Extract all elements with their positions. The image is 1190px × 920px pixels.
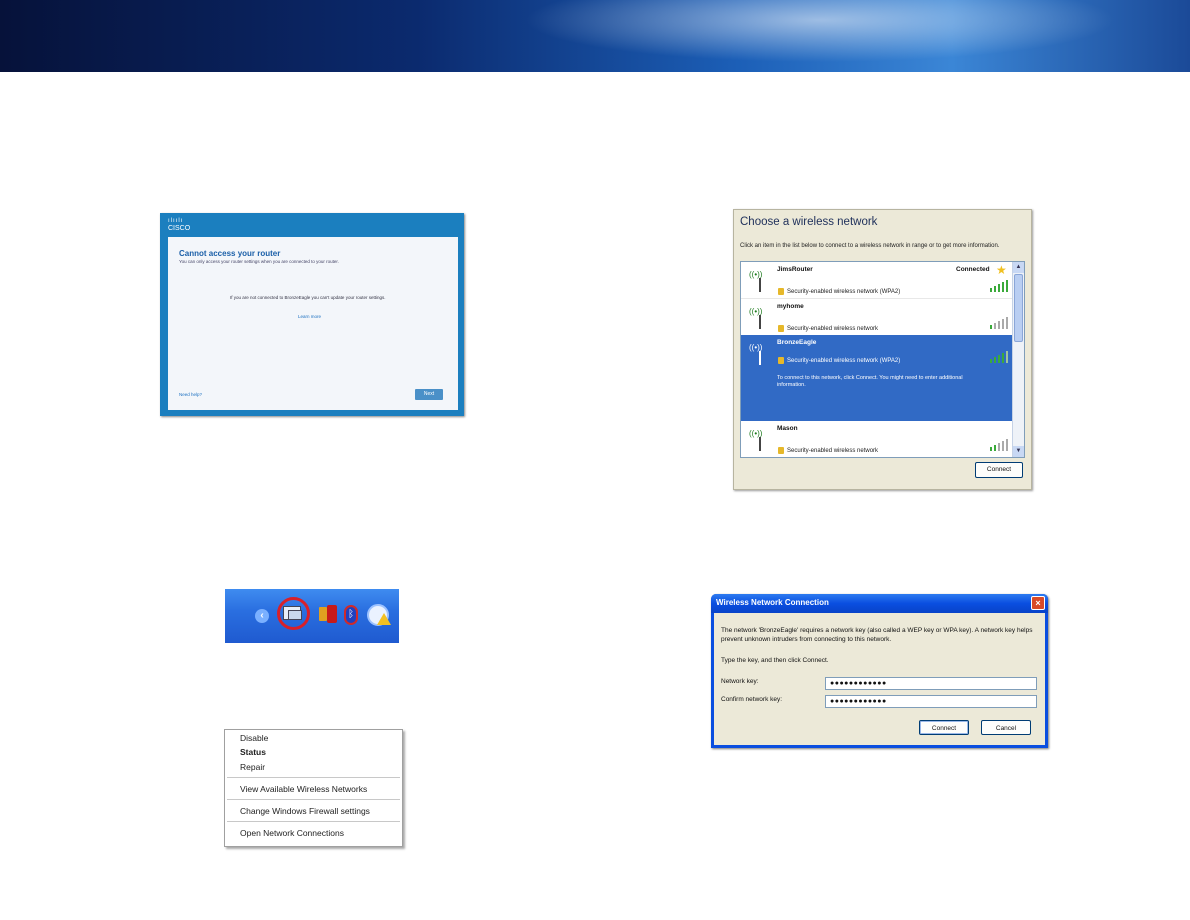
- menu-separator: [227, 799, 400, 800]
- network-key-dialog: Wireless Network Connection × The networ…: [711, 594, 1048, 748]
- dialog-titlebar: Wireless Network Connection ×: [711, 594, 1048, 613]
- lock-icon: [778, 288, 784, 295]
- menu-item-status[interactable]: Status: [240, 747, 266, 757]
- dialog-title: Wireless Network Connection: [716, 598, 829, 607]
- connect-button[interactable]: Connect: [919, 720, 969, 735]
- network-info: To connect to this network, click Connec…: [777, 375, 963, 388]
- network-name: Mason: [777, 425, 798, 432]
- signal-strength-icon: [990, 317, 1009, 329]
- network-key-label: Network key:: [721, 678, 759, 685]
- network-list-scrollbar[interactable]: ▲ ▼: [1012, 262, 1024, 457]
- next-button[interactable]: Next: [415, 389, 443, 400]
- scroll-up-icon[interactable]: ▲: [1013, 262, 1024, 273]
- menu-item-repair[interactable]: Repair: [240, 762, 265, 772]
- menu-item-change-firewall[interactable]: Change Windows Firewall settings: [240, 806, 370, 816]
- close-icon[interactable]: ×: [1031, 596, 1045, 610]
- wireless-antenna-icon: ((•)): [749, 307, 773, 331]
- wireless-list-description: Click an item in the list below to conne…: [740, 243, 1000, 249]
- speaker-cone-icon: [327, 605, 337, 623]
- network-security: Security-enabled wireless network (WPA2): [787, 358, 901, 364]
- network-item[interactable]: ((•)) JimsRouter Connected ★ Security-en…: [741, 262, 1012, 298]
- dialog-instruction: Type the key, and then click Connect.: [721, 657, 829, 664]
- header-banner: [0, 0, 1190, 72]
- wireless-list-title: Choose a wireless network: [740, 216, 878, 228]
- highlight-circle: [277, 597, 310, 630]
- star-icon: ★: [996, 263, 1007, 277]
- network-key-field[interactable]: ●●●●●●●●●●●●: [825, 677, 1037, 690]
- network-security: Security-enabled wireless network: [787, 326, 879, 332]
- confirm-key-field[interactable]: ●●●●●●●●●●●●: [825, 695, 1037, 708]
- network-item-selected[interactable]: ((•)) BronzeEagle Security-enabled wirel…: [741, 335, 1012, 421]
- system-tray: ‹ ᛒ: [225, 589, 399, 643]
- chevron-left-icon[interactable]: ‹: [255, 609, 269, 623]
- lock-icon: [778, 447, 784, 454]
- menu-item-view-wireless-networks[interactable]: View Available Wireless Networks: [240, 784, 367, 794]
- wireless-antenna-icon: ((•)): [749, 429, 773, 453]
- network-item[interactable]: ((•)) Mason Security-enabled wireless ne…: [741, 421, 1012, 457]
- menu-separator: [227, 821, 400, 822]
- cisco-logo: ılıılı CISCO: [168, 217, 190, 233]
- signal-strength-icon: [990, 351, 1009, 363]
- lock-icon: [778, 357, 784, 364]
- network-name: JimsRouter: [777, 266, 813, 273]
- cancel-button[interactable]: Cancel: [981, 720, 1031, 735]
- router-message: If you are not connected to BronzeEagle …: [230, 295, 386, 300]
- network-name: myhome: [777, 303, 804, 310]
- network-context-menu: Disable Status Repair View Available Wir…: [224, 729, 403, 847]
- signal-strength-icon: [990, 280, 1009, 292]
- scroll-down-icon[interactable]: ▼: [1013, 446, 1024, 457]
- network-security: Security-enabled wireless network (WPA2): [787, 289, 901, 295]
- dialog-body: The network 'BronzeEagle' requires a net…: [714, 613, 1045, 745]
- choose-wireless-network-panel: Choose a wireless network Click an item …: [733, 209, 1032, 490]
- confirm-key-label: Confirm network key:: [721, 696, 783, 703]
- cisco-logo-bars: ılıılı: [168, 218, 184, 224]
- speaker-icon[interactable]: [319, 607, 327, 621]
- cisco-logo-text: CISCO: [168, 225, 191, 232]
- router-access-screen: ılıılı CISCO Cannot access your router Y…: [160, 213, 464, 416]
- router-panel: Cannot access your router You can only a…: [168, 237, 458, 410]
- warning-triangle-icon: [377, 613, 391, 625]
- dialog-message: The network 'BronzeEagle' requires a net…: [721, 627, 1033, 643]
- router-subtitle: You can only access your router settings…: [179, 259, 339, 264]
- bluetooth-icon[interactable]: ᛒ: [344, 605, 358, 625]
- wireless-antenna-icon: ((•)): [749, 343, 773, 367]
- menu-separator: [227, 777, 400, 778]
- network-status: Connected: [956, 266, 990, 273]
- scroll-thumb[interactable]: [1014, 274, 1023, 342]
- menu-item-open-network-connections[interactable]: Open Network Connections: [240, 828, 344, 838]
- network-name: BronzeEagle: [777, 339, 817, 346]
- need-help-link[interactable]: Need help?: [179, 392, 202, 397]
- wireless-antenna-icon: ((•)): [749, 270, 773, 294]
- lock-icon: [778, 325, 784, 332]
- learn-more-link[interactable]: Learn more: [298, 314, 321, 319]
- network-list: ((•)) JimsRouter Connected ★ Security-en…: [740, 261, 1025, 458]
- network-security: Security-enabled wireless network: [787, 448, 879, 454]
- menu-item-disable[interactable]: Disable: [240, 733, 268, 743]
- router-title: Cannot access your router: [179, 249, 281, 258]
- network-item[interactable]: ((•)) myhome Security-enabled wireless n…: [741, 298, 1012, 335]
- signal-strength-icon: [990, 439, 1009, 451]
- connect-button[interactable]: Connect: [975, 462, 1023, 478]
